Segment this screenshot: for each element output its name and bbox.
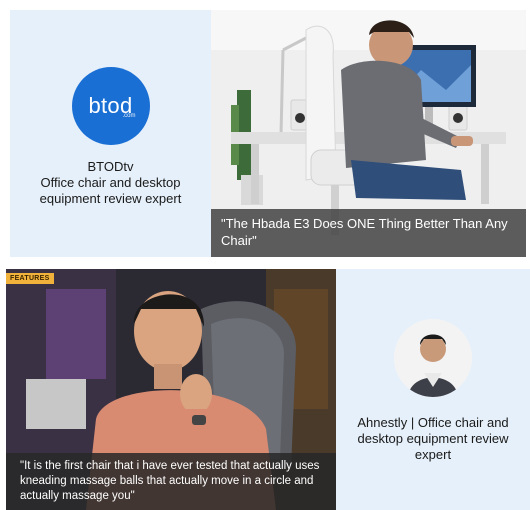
reviewer-card-ahnestly: Ahnestly | Office chair and desktop equi…	[336, 269, 530, 510]
reviewer-card-btodtv: btod .com BTODtv Office chair and deskto…	[10, 10, 211, 257]
avatar	[394, 319, 472, 397]
video-thumbnail-hbada-e3[interactable]: "The Hbada E3 Does ONE Thing Better Than…	[211, 10, 526, 257]
logo-subtext: .com	[122, 113, 136, 119]
video-thumbnail-features[interactable]: FEATURES "It is the first chair that i h…	[6, 269, 336, 510]
reviewer-description: Office chair and desktop equipment revie…	[39, 175, 182, 206]
features-tag: FEATURES	[6, 273, 54, 284]
avatar-image	[394, 319, 472, 397]
reviewer-info: Ahnestly | Office chair and desktop equi…	[341, 415, 526, 463]
video-caption: "It is the first chair that i have ever …	[6, 453, 336, 510]
reviewer-name: Ahnestly	[357, 415, 408, 430]
video-caption: "The Hbada E3 Does ONE Thing Better Than…	[211, 209, 526, 257]
btod-logo: btod .com	[71, 67, 150, 145]
separator: |	[410, 415, 415, 430]
reviewer-name: BTODtv	[87, 159, 134, 174]
